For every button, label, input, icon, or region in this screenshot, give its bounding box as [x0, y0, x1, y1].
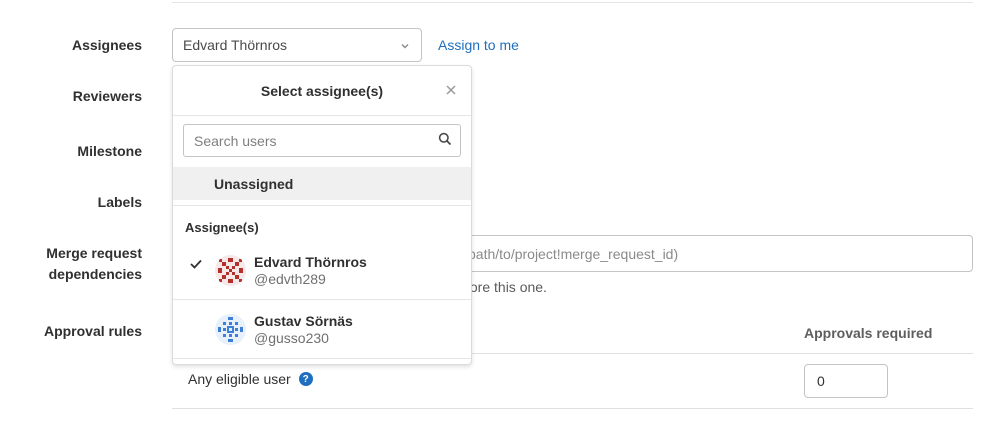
user-handle: @gusso230	[254, 330, 329, 346]
approval-table-bottom-divider	[172, 408, 973, 409]
user-name: Edvard Thörnros	[254, 254, 367, 270]
chevron-down-icon	[399, 39, 411, 51]
user-separator	[173, 358, 471, 359]
user-option-edvard[interactable]: Edvard Thörnros @edvth289	[173, 241, 471, 299]
avatar	[215, 314, 246, 345]
mr-dependencies-label-line2: dependencies	[48, 266, 142, 282]
assignee-select[interactable]: Edvard Thörnros	[172, 28, 422, 62]
avatar	[215, 255, 246, 286]
unassigned-option[interactable]: Unassigned	[173, 167, 471, 200]
mr-dependencies-help-text: fore this one.	[466, 279, 547, 295]
assignee-dropdown: Select assignee(s) Unassigned Assignee(s…	[172, 65, 472, 365]
milestone-label: Milestone	[77, 143, 142, 159]
mr-dependencies-label-line1: Merge request	[46, 245, 142, 261]
mr-dependencies-input[interactable]: path/to/project!merge_request_id)	[420, 235, 973, 272]
dropdown-header: Select assignee(s)	[173, 66, 471, 116]
assignee-select-value: Edvard Thörnros	[183, 37, 288, 53]
approval-rule-row: Any eligible user ?	[188, 371, 313, 387]
user-handle: @edvth289	[254, 271, 326, 287]
approval-rules-label: Approval rules	[43, 323, 142, 339]
close-icon[interactable]	[443, 82, 459, 98]
assign-to-me-link[interactable]: Assign to me	[438, 37, 519, 53]
search-users-input[interactable]	[192, 131, 438, 150]
approval-rule-name: Any eligible user	[188, 371, 291, 387]
approvals-required-input[interactable]: 0	[804, 364, 888, 398]
top-divider	[172, 2, 973, 3]
assignees-label: Assignees	[71, 37, 142, 53]
user-option-gustav[interactable]: Gustav Sörnäs @gusso230	[173, 300, 471, 358]
assignees-section-title: Assignee(s)	[185, 220, 259, 235]
check-icon	[189, 257, 203, 271]
approvals-required-value: 0	[817, 373, 825, 389]
user-name: Gustav Sörnäs	[254, 313, 353, 329]
mr-dependencies-placeholder: path/to/project!merge_request_id)	[468, 245, 679, 262]
dropdown-title: Select assignee(s)	[260, 82, 384, 99]
help-icon[interactable]: ?	[298, 372, 313, 386]
approvals-required-header: Approvals required	[804, 325, 933, 341]
search-icon	[438, 132, 452, 149]
reviewers-label: Reviewers	[72, 88, 142, 104]
labels-label: Labels	[97, 194, 142, 210]
search-users-field[interactable]	[183, 124, 461, 157]
